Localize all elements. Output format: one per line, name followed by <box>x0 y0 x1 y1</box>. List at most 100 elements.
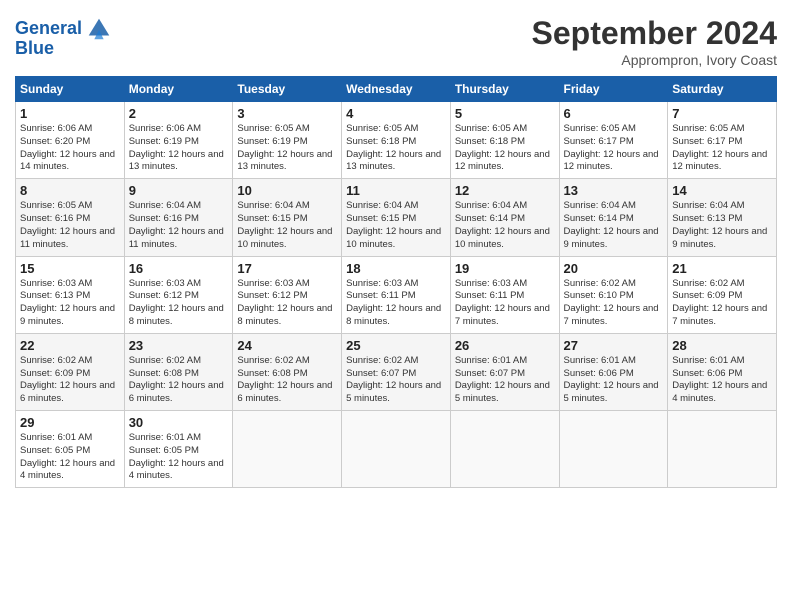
table-row: 6 Sunrise: 6:05 AMSunset: 6:17 PMDayligh… <box>559 102 668 179</box>
table-row: 24 Sunrise: 6:02 AMSunset: 6:08 PMDaylig… <box>233 333 342 410</box>
calendar-week-row: 8 Sunrise: 6:05 AMSunset: 6:16 PMDayligh… <box>16 179 777 256</box>
day-number: 14 <box>672 183 772 198</box>
day-number: 2 <box>129 106 229 121</box>
logo-text: General <box>15 19 82 39</box>
day-detail: Sunrise: 6:05 AMSunset: 6:18 PMDaylight:… <box>346 123 441 172</box>
day-number: 1 <box>20 106 120 121</box>
col-thursday: Thursday <box>450 77 559 102</box>
table-row: 23 Sunrise: 6:02 AMSunset: 6:08 PMDaylig… <box>124 333 233 410</box>
table-row: 26 Sunrise: 6:01 AMSunset: 6:07 PMDaylig… <box>450 333 559 410</box>
table-row: 3 Sunrise: 6:05 AMSunset: 6:19 PMDayligh… <box>233 102 342 179</box>
logo-subtext: Blue <box>15 38 54 58</box>
day-number: 7 <box>672 106 772 121</box>
page-header: General Blue September 2024 Apprompron, … <box>15 15 777 68</box>
day-number: 12 <box>455 183 555 198</box>
table-row <box>450 411 559 488</box>
table-row: 15 Sunrise: 6:03 AMSunset: 6:13 PMDaylig… <box>16 256 125 333</box>
title-block: September 2024 Apprompron, Ivory Coast <box>532 15 777 68</box>
day-number: 17 <box>237 261 337 276</box>
day-detail: Sunrise: 6:01 AMSunset: 6:05 PMDaylight:… <box>129 432 224 481</box>
day-number: 11 <box>346 183 446 198</box>
day-detail: Sunrise: 6:04 AMSunset: 6:13 PMDaylight:… <box>672 200 767 249</box>
day-detail: Sunrise: 6:05 AMSunset: 6:19 PMDaylight:… <box>237 123 332 172</box>
calendar-week-row: 22 Sunrise: 6:02 AMSunset: 6:09 PMDaylig… <box>16 333 777 410</box>
table-row: 12 Sunrise: 6:04 AMSunset: 6:14 PMDaylig… <box>450 179 559 256</box>
table-row: 20 Sunrise: 6:02 AMSunset: 6:10 PMDaylig… <box>559 256 668 333</box>
day-number: 28 <box>672 338 772 353</box>
day-detail: Sunrise: 6:01 AMSunset: 6:06 PMDaylight:… <box>672 355 767 404</box>
day-detail: Sunrise: 6:03 AMSunset: 6:11 PMDaylight:… <box>455 278 550 327</box>
day-number: 27 <box>564 338 664 353</box>
day-detail: Sunrise: 6:04 AMSunset: 6:15 PMDaylight:… <box>346 200 441 249</box>
day-detail: Sunrise: 6:01 AMSunset: 6:07 PMDaylight:… <box>455 355 550 404</box>
day-detail: Sunrise: 6:01 AMSunset: 6:05 PMDaylight:… <box>20 432 115 481</box>
day-number: 8 <box>20 183 120 198</box>
day-number: 3 <box>237 106 337 121</box>
table-row: 11 Sunrise: 6:04 AMSunset: 6:15 PMDaylig… <box>342 179 451 256</box>
table-row: 30 Sunrise: 6:01 AMSunset: 6:05 PMDaylig… <box>124 411 233 488</box>
day-number: 4 <box>346 106 446 121</box>
day-detail: Sunrise: 6:04 AMSunset: 6:16 PMDaylight:… <box>129 200 224 249</box>
table-row <box>342 411 451 488</box>
day-number: 22 <box>20 338 120 353</box>
calendar-header-row: Sunday Monday Tuesday Wednesday Thursday… <box>16 77 777 102</box>
day-detail: Sunrise: 6:02 AMSunset: 6:10 PMDaylight:… <box>564 278 659 327</box>
table-row: 27 Sunrise: 6:01 AMSunset: 6:06 PMDaylig… <box>559 333 668 410</box>
day-number: 13 <box>564 183 664 198</box>
day-detail: Sunrise: 6:04 AMSunset: 6:15 PMDaylight:… <box>237 200 332 249</box>
day-detail: Sunrise: 6:05 AMSunset: 6:18 PMDaylight:… <box>455 123 550 172</box>
col-monday: Monday <box>124 77 233 102</box>
day-number: 19 <box>455 261 555 276</box>
table-row: 16 Sunrise: 6:03 AMSunset: 6:12 PMDaylig… <box>124 256 233 333</box>
day-detail: Sunrise: 6:06 AMSunset: 6:19 PMDaylight:… <box>129 123 224 172</box>
day-detail: Sunrise: 6:04 AMSunset: 6:14 PMDaylight:… <box>455 200 550 249</box>
table-row: 29 Sunrise: 6:01 AMSunset: 6:05 PMDaylig… <box>16 411 125 488</box>
location: Apprompron, Ivory Coast <box>532 52 777 68</box>
day-number: 23 <box>129 338 229 353</box>
day-number: 30 <box>129 415 229 430</box>
day-detail: Sunrise: 6:05 AMSunset: 6:16 PMDaylight:… <box>20 200 115 249</box>
day-number: 6 <box>564 106 664 121</box>
day-detail: Sunrise: 6:01 AMSunset: 6:06 PMDaylight:… <box>564 355 659 404</box>
table-row: 14 Sunrise: 6:04 AMSunset: 6:13 PMDaylig… <box>668 179 777 256</box>
table-row: 8 Sunrise: 6:05 AMSunset: 6:16 PMDayligh… <box>16 179 125 256</box>
day-number: 21 <box>672 261 772 276</box>
month-title: September 2024 <box>532 15 777 52</box>
day-detail: Sunrise: 6:03 AMSunset: 6:12 PMDaylight:… <box>237 278 332 327</box>
table-row: 2 Sunrise: 6:06 AMSunset: 6:19 PMDayligh… <box>124 102 233 179</box>
day-number: 9 <box>129 183 229 198</box>
calendar-table: Sunday Monday Tuesday Wednesday Thursday… <box>15 76 777 488</box>
col-saturday: Saturday <box>668 77 777 102</box>
calendar-week-row: 1 Sunrise: 6:06 AMSunset: 6:20 PMDayligh… <box>16 102 777 179</box>
table-row: 7 Sunrise: 6:05 AMSunset: 6:17 PMDayligh… <box>668 102 777 179</box>
table-row: 19 Sunrise: 6:03 AMSunset: 6:11 PMDaylig… <box>450 256 559 333</box>
col-friday: Friday <box>559 77 668 102</box>
day-detail: Sunrise: 6:04 AMSunset: 6:14 PMDaylight:… <box>564 200 659 249</box>
table-row: 9 Sunrise: 6:04 AMSunset: 6:16 PMDayligh… <box>124 179 233 256</box>
day-detail: Sunrise: 6:05 AMSunset: 6:17 PMDaylight:… <box>672 123 767 172</box>
table-row: 1 Sunrise: 6:06 AMSunset: 6:20 PMDayligh… <box>16 102 125 179</box>
day-detail: Sunrise: 6:02 AMSunset: 6:08 PMDaylight:… <box>237 355 332 404</box>
table-row <box>668 411 777 488</box>
col-sunday: Sunday <box>16 77 125 102</box>
day-detail: Sunrise: 6:02 AMSunset: 6:08 PMDaylight:… <box>129 355 224 404</box>
day-detail: Sunrise: 6:02 AMSunset: 6:09 PMDaylight:… <box>20 355 115 404</box>
col-tuesday: Tuesday <box>233 77 342 102</box>
table-row: 18 Sunrise: 6:03 AMSunset: 6:11 PMDaylig… <box>342 256 451 333</box>
table-row: 13 Sunrise: 6:04 AMSunset: 6:14 PMDaylig… <box>559 179 668 256</box>
day-number: 10 <box>237 183 337 198</box>
day-number: 24 <box>237 338 337 353</box>
table-row: 22 Sunrise: 6:02 AMSunset: 6:09 PMDaylig… <box>16 333 125 410</box>
table-row: 28 Sunrise: 6:01 AMSunset: 6:06 PMDaylig… <box>668 333 777 410</box>
day-number: 15 <box>20 261 120 276</box>
calendar-week-row: 15 Sunrise: 6:03 AMSunset: 6:13 PMDaylig… <box>16 256 777 333</box>
day-detail: Sunrise: 6:05 AMSunset: 6:17 PMDaylight:… <box>564 123 659 172</box>
day-detail: Sunrise: 6:03 AMSunset: 6:11 PMDaylight:… <box>346 278 441 327</box>
day-number: 5 <box>455 106 555 121</box>
table-row: 25 Sunrise: 6:02 AMSunset: 6:07 PMDaylig… <box>342 333 451 410</box>
table-row: 21 Sunrise: 6:02 AMSunset: 6:09 PMDaylig… <box>668 256 777 333</box>
col-wednesday: Wednesday <box>342 77 451 102</box>
day-detail: Sunrise: 6:02 AMSunset: 6:07 PMDaylight:… <box>346 355 441 404</box>
day-number: 20 <box>564 261 664 276</box>
day-number: 25 <box>346 338 446 353</box>
